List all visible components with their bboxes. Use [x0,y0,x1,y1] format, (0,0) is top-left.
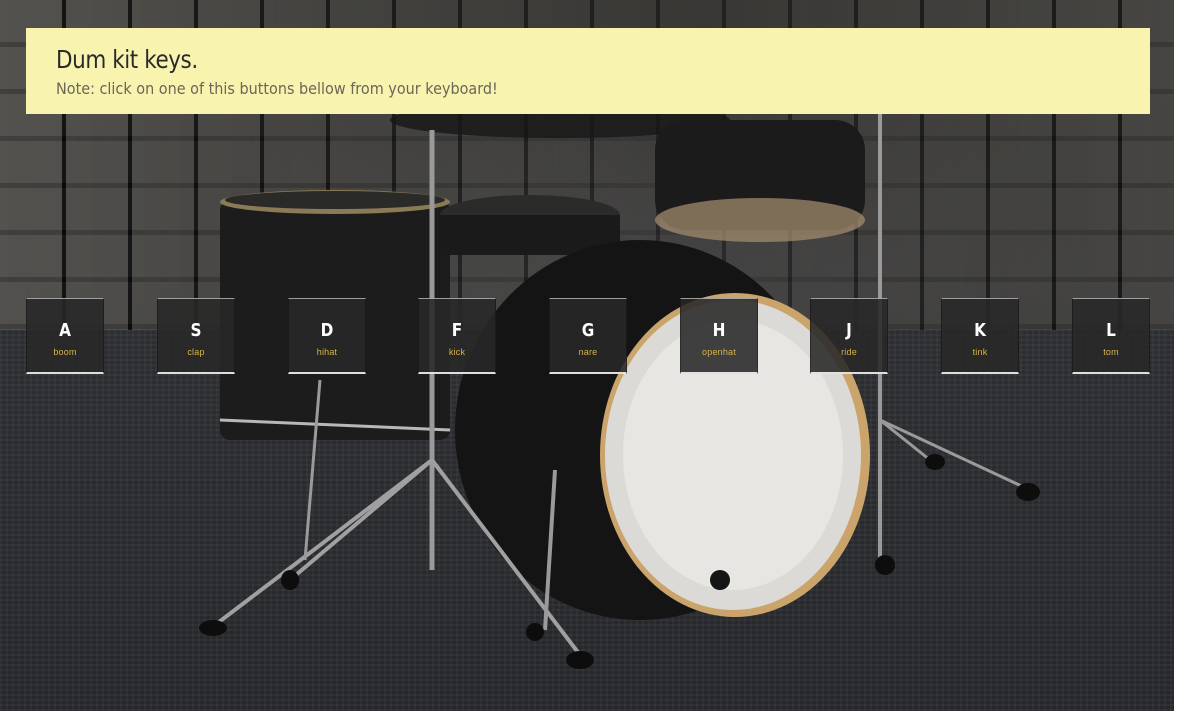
drum-key-j[interactable]: J ride [810,298,888,374]
key-letter: H [712,320,726,341]
key-sound-label: clap [187,347,205,357]
key-letter: L [1106,320,1116,341]
drum-key-h[interactable]: H openhat [680,298,758,374]
key-letter: S [190,320,202,341]
header-banner: Dum kit keys. Note: click on one of this… [26,28,1150,114]
key-sound-label: tom [1103,347,1119,357]
key-sound-label: openhat [702,347,736,357]
drum-key-s[interactable]: S clap [157,298,235,374]
instruction-note: Note: click on one of this buttons bello… [56,79,498,98]
key-letter: D [320,320,334,341]
key-sound-label: hihat [316,347,338,357]
key-sound-label: kick [448,347,466,357]
drum-key-a[interactable]: A boom [26,298,104,374]
key-letter: F [451,320,463,341]
key-sound-label: tink [972,347,988,357]
key-letter: A [59,320,71,341]
drum-key-d[interactable]: D hihat [288,298,366,374]
key-letter: G [581,320,595,341]
drum-key-f[interactable]: F kick [418,298,496,374]
key-sound-label: boom [53,347,77,357]
key-sound-label: ride [841,347,857,357]
page-title: Dum kit keys. [56,45,198,74]
key-letter: J [846,320,852,341]
key-letter: K [974,320,986,341]
drum-key-g[interactable]: G nare [549,298,627,374]
drum-key-k[interactable]: K tink [941,298,1019,374]
drum-key-l[interactable]: L tom [1072,298,1150,374]
key-sound-label: nare [578,347,598,357]
